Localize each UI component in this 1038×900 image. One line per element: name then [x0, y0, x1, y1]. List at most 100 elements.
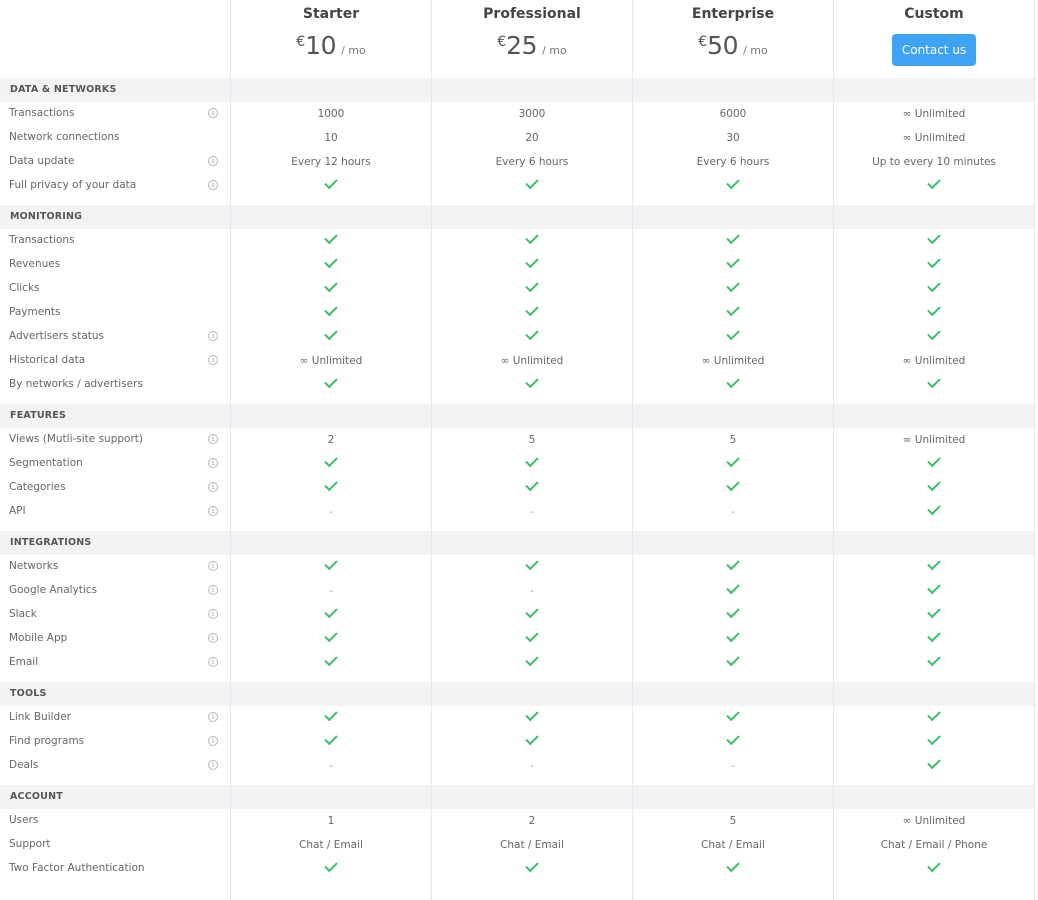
checkmark-icon [525, 858, 539, 873]
plan-cell [231, 857, 431, 881]
feature-row: Google Analytics i - - [0, 579, 1034, 603]
plan-cell [231, 373, 431, 397]
plan-cell: ∞ Unlimited [834, 126, 1034, 150]
plan-cell [432, 452, 632, 476]
checkmark-icon [927, 278, 941, 293]
cell-value: 1 [327, 815, 335, 827]
info-icon[interactable]: i [208, 633, 218, 643]
plan-cell [231, 603, 431, 627]
checkmark-icon [927, 175, 941, 190]
plan-name: Starter [302, 6, 360, 22]
plan-cell [633, 253, 833, 277]
info-icon[interactable]: i [208, 458, 218, 468]
info-icon[interactable]: i [208, 736, 218, 746]
info-icon[interactable]: i [208, 561, 218, 571]
plan-price: €25 / mo [432, 32, 632, 60]
checkmark-icon [324, 604, 338, 619]
checkmark-icon [525, 453, 539, 468]
plan-cell: ∞ Unlimited [834, 809, 1034, 833]
plan-cell: ∞ Unlimited [834, 428, 1034, 452]
plan-cell: 30 [633, 126, 833, 150]
checkmark-icon [726, 326, 740, 341]
feature-label: Networks [9, 560, 59, 572]
plan-cell [231, 476, 431, 500]
checkmark-icon [927, 453, 941, 468]
plan-cell [834, 579, 1034, 603]
not-included-dash: - [731, 761, 735, 772]
plan-name: Custom [904, 6, 964, 22]
plan-cell: 2 [432, 809, 632, 833]
plan-cell: 1 [231, 809, 431, 833]
plan-cell [834, 277, 1034, 301]
cell-value: Up to every 10 minutes [872, 156, 996, 168]
feature-row: Mobile App i [0, 627, 1034, 651]
info-icon[interactable]: i [208, 506, 218, 516]
feature-row: Transactions i 1000 3000 6000 ∞ Unlimited [0, 102, 1034, 126]
plan-cell [633, 730, 833, 754]
cell-value: Every 12 hours [291, 156, 371, 168]
plan-cell [432, 555, 632, 579]
plan-cell [834, 253, 1034, 277]
checkmark-icon [324, 556, 338, 571]
info-icon[interactable]: i [208, 482, 218, 492]
checkmark-icon [324, 477, 338, 492]
info-icon[interactable]: i [208, 609, 218, 619]
feature-label: Link Builder [9, 711, 71, 723]
plan-header: Custom Contact us [834, 0, 1034, 78]
section-header: MONITORING [0, 205, 1034, 229]
info-icon[interactable]: i [208, 180, 218, 190]
checkmark-icon [324, 707, 338, 722]
checkmark-icon [726, 628, 740, 643]
plan-cell [432, 174, 632, 198]
feature-label: Two Factor Authentication [9, 862, 145, 874]
checkmark-icon [525, 477, 539, 492]
info-icon[interactable]: i [208, 156, 218, 166]
feature-label: API [9, 505, 26, 517]
checkmark-icon [324, 453, 338, 468]
info-icon[interactable]: i [208, 434, 218, 444]
checkmark-icon [726, 230, 740, 245]
plan-header: Starter €10 / mo [231, 0, 431, 78]
cell-value: 5 [729, 815, 737, 827]
checkmark-icon [927, 254, 941, 269]
plan-cell: - [231, 579, 431, 603]
feature-label: Clicks [9, 282, 40, 294]
plan-cell: 1000 [231, 102, 431, 126]
plan-cell [231, 627, 431, 651]
column-divider [230, 0, 231, 900]
not-included-dash: - [329, 507, 333, 518]
column-divider [833, 0, 834, 900]
info-icon[interactable]: i [208, 760, 218, 770]
plan-cell: 20 [432, 126, 632, 150]
info-icon[interactable]: i [208, 331, 218, 341]
contact-us-button[interactable]: Contact us [892, 34, 976, 66]
feature-label: Slack [9, 608, 37, 620]
price-amount: 50 [707, 31, 738, 60]
checkmark-icon [525, 652, 539, 667]
checkmark-icon [324, 731, 338, 746]
checkmark-icon [726, 374, 740, 389]
feature-label: Email [9, 656, 39, 668]
checkmark-icon [927, 580, 941, 595]
checkmark-icon [324, 230, 338, 245]
info-icon[interactable]: i [208, 657, 218, 667]
checkmark-icon [324, 374, 338, 389]
currency-symbol: € [698, 34, 708, 50]
info-icon[interactable]: i [208, 355, 218, 365]
plan-cell: 5 [633, 809, 833, 833]
info-icon[interactable]: i [208, 108, 218, 118]
cell-value: 2 [528, 815, 536, 827]
cell-value: Every 6 hours [696, 156, 770, 168]
plan-cell [432, 373, 632, 397]
plan-cell: Up to every 10 minutes [834, 150, 1034, 174]
plan-cell [231, 325, 431, 349]
feature-row: Deals i - - - [0, 754, 1034, 778]
checkmark-icon [324, 858, 338, 873]
checkmark-icon [726, 858, 740, 873]
plan-cell [231, 555, 431, 579]
feature-row: Data update i Every 12 hours Every 6 hours E… [0, 150, 1034, 174]
plan-cell [432, 603, 632, 627]
info-icon[interactable]: i [208, 712, 218, 722]
info-icon[interactable]: i [208, 585, 218, 595]
checkmark-icon [927, 326, 941, 341]
